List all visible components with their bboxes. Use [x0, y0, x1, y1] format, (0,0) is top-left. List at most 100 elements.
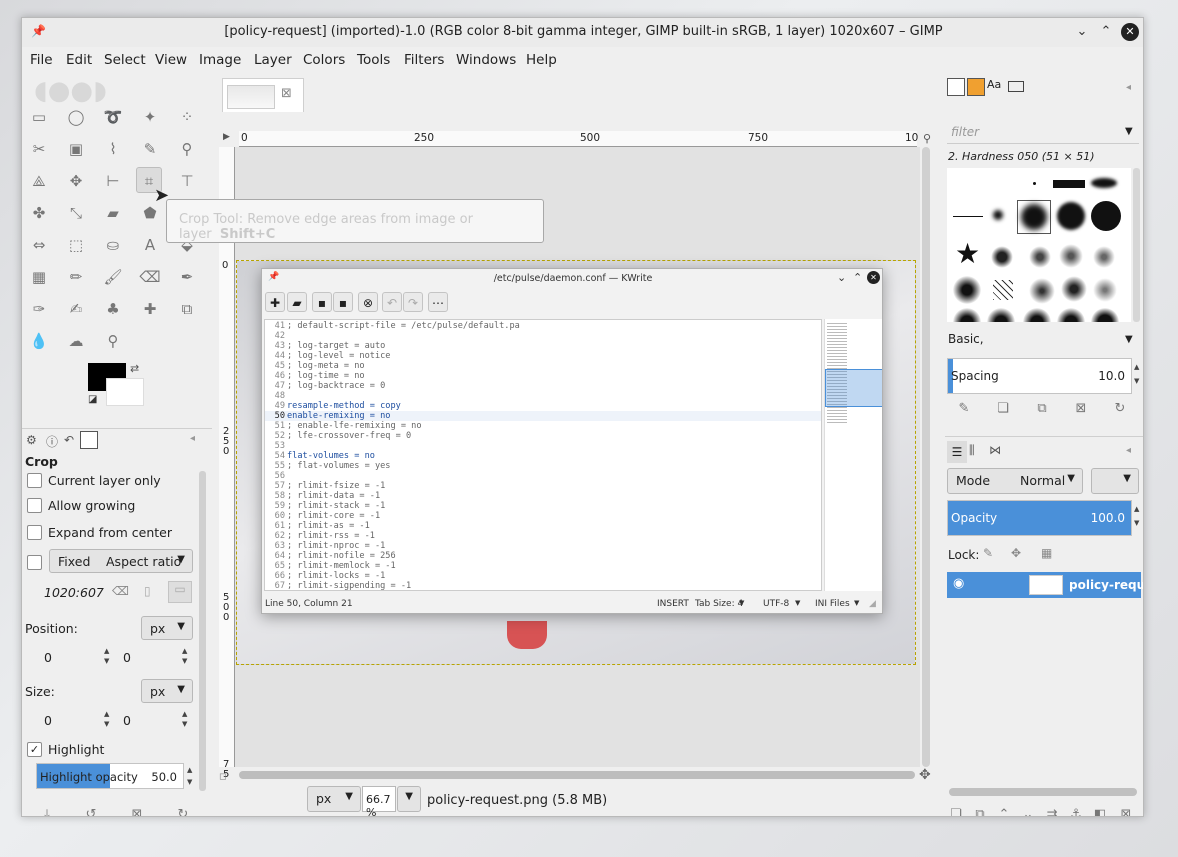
warp-icon[interactable]: ✤ — [26, 200, 52, 226]
editor-line[interactable]: 56 — [265, 471, 821, 481]
open-folder-icon[interactable]: ▰ — [287, 292, 307, 312]
background-color-swatch[interactable] — [106, 378, 144, 406]
editor-line[interactable]: 65; rlimit-memlock = -1 — [265, 561, 821, 571]
input-mode[interactable]: INSERT — [657, 599, 689, 609]
editor-line[interactable]: 63; rlimit-nproc = -1 — [265, 541, 821, 551]
anchor-layer-icon[interactable]: ⚓ — [1065, 804, 1087, 816]
brush-item[interactable] — [1091, 308, 1119, 322]
new-brush-icon[interactable]: ❏ — [992, 398, 1014, 420]
spacing-stepper[interactable]: ▲ ▼ — [1134, 360, 1139, 388]
gradient-icon[interactable]: ▦ — [26, 264, 52, 290]
editor-line[interactable]: 50 enable-remixing = no — [265, 411, 821, 421]
dodge-burn-icon[interactable]: ⚲ — [100, 328, 126, 354]
lock-alpha-icon[interactable]: ▦ — [1041, 546, 1052, 560]
landscape-icon[interactable]: ▭ — [168, 581, 192, 603]
portrait-icon[interactable]: ▯ — [144, 584, 151, 598]
editor-line[interactable]: 44; log-level = notice — [265, 351, 821, 361]
restore-options-icon[interactable]: ↺ — [80, 804, 102, 816]
foreground-select-icon[interactable]: ▣ — [63, 136, 89, 162]
seamless-clone-icon[interactable]: ⇔ — [26, 232, 52, 258]
redo-icon[interactable]: ↷ — [403, 292, 423, 312]
vertical-scrollbar[interactable] — [922, 147, 930, 767]
brush-item[interactable] — [1057, 202, 1085, 230]
brush-item[interactable] — [1057, 308, 1085, 322]
configure-tab-icon[interactable]: ◂ — [190, 433, 195, 444]
paintbrush-icon[interactable]: 🖌 — [100, 264, 126, 290]
shear-icon[interactable]: ▰ — [100, 200, 126, 226]
close-tab-icon[interactable]: ⊠ — [281, 86, 292, 101]
brushes-tab-icon[interactable] — [947, 78, 965, 96]
pencil-icon[interactable]: ✏ — [63, 264, 89, 290]
position-unit-combo[interactable]: px ▼ — [141, 616, 193, 640]
ink-icon[interactable]: ✑ — [26, 296, 52, 322]
editor-line[interactable]: 66; rlimit-locks = -1 — [265, 571, 821, 581]
channels-tab-icon[interactable]: ⫼ — [969, 443, 975, 458]
undo-icon[interactable]: ↶ — [382, 292, 402, 312]
unified-transform-icon[interactable]: ⊤ — [174, 168, 200, 194]
new-file-icon[interactable]: ✚ — [265, 292, 285, 312]
menu-view[interactable]: View — [155, 52, 187, 68]
size-w-stepper[interactable]: ▲ ▼ — [104, 709, 109, 729]
perspective-icon[interactable]: ⬚ — [63, 232, 89, 258]
menu-select[interactable]: Select — [104, 52, 146, 68]
brush-filter-input[interactable]: filter — [947, 122, 1139, 144]
close-document-icon[interactable]: ⊗ — [358, 292, 378, 312]
measure-icon[interactable]: ⟁ — [26, 168, 52, 194]
save-icon[interactable]: ▪ — [312, 292, 332, 312]
default-colors-icon[interactable]: ◪ — [88, 394, 97, 405]
spacing-slider[interactable]: Spacing 10.0 — [947, 358, 1132, 394]
composite-mode-combo[interactable]: ▼ — [1091, 468, 1139, 494]
allow-growing-checkbox[interactable] — [27, 498, 42, 513]
minimize-button[interactable]: ⌄ — [1073, 23, 1091, 41]
menu-image[interactable]: Image — [199, 52, 241, 68]
menu-edit[interactable]: Edit — [66, 52, 92, 68]
brush-item[interactable] — [993, 280, 1013, 300]
lower-layer-icon[interactable]: ⌄ — [1017, 804, 1039, 816]
editor-line[interactable]: 67; rlimit-sigpending = -1 — [265, 581, 821, 590]
brush-star[interactable]: ★ — [955, 240, 980, 268]
patterns-tab-icon[interactable] — [967, 78, 985, 96]
scissors-icon[interactable]: ✂ — [26, 136, 52, 162]
perspective-clone-icon[interactable]: ⧉ — [174, 296, 200, 322]
chevron-down-icon[interactable]: ▼ — [1125, 126, 1133, 137]
editor-line[interactable]: 54 flat-volumes = no — [265, 451, 821, 461]
tool-options-scrollbar[interactable] — [199, 471, 206, 791]
menu-layer[interactable]: Layer — [254, 52, 292, 68]
duplicate-brush-icon[interactable]: ⧉ — [1031, 398, 1053, 420]
airbrush-icon[interactable]: ✒ — [174, 264, 200, 290]
editor-line[interactable]: 47; log-backtrace = 0 — [265, 381, 821, 391]
scale-icon[interactable]: ⤡ — [63, 200, 89, 226]
brush-item[interactable] — [1093, 278, 1117, 302]
size-h-stepper[interactable]: ▲ ▼ — [182, 709, 187, 729]
brush-item[interactable] — [1093, 246, 1115, 268]
layer-opacity-slider[interactable]: Opacity 100.0 — [947, 500, 1132, 536]
editor-minimap[interactable] — [824, 319, 882, 591]
zoom-ruler-icon[interactable]: ⚲ — [923, 132, 931, 145]
layer-mode-combo[interactable]: Mode Normal ▼ — [947, 468, 1083, 494]
heal-icon[interactable]: ✚ — [137, 296, 163, 322]
edit-brush-icon[interactable]: ✎ — [953, 398, 975, 420]
bucket-fill-icon[interactable]: ⛀ — [100, 232, 126, 258]
kwrite-close-button[interactable]: ✕ — [867, 271, 880, 284]
configure-tab-icon[interactable]: ◂ — [1126, 82, 1131, 93]
eraser-icon[interactable]: ⌫ — [137, 264, 163, 290]
current-layer-only-checkbox[interactable] — [27, 473, 42, 488]
menu-help[interactable]: Help — [526, 52, 557, 68]
brush-item[interactable] — [1091, 201, 1121, 231]
undo-history-tab-icon[interactable]: ↶ — [64, 433, 74, 447]
close-button[interactable]: ✕ — [1121, 23, 1139, 41]
brush-item[interactable] — [987, 308, 1015, 322]
new-layer-icon[interactable]: ❏ — [945, 804, 967, 816]
reset-options-icon[interactable]: ↻ — [172, 804, 194, 816]
eye-icon[interactable]: ◉ — [953, 576, 964, 591]
kwrite-minimize-button[interactable]: ⌄ — [837, 271, 846, 284]
editor-line[interactable]: 48 — [265, 391, 821, 401]
brush-item[interactable] — [991, 246, 1013, 268]
ellipse-select-icon[interactable]: ◯ — [63, 104, 89, 130]
text-editor[interactable]: 41; default-script-file = /etc/pulse/def… — [264, 319, 822, 591]
tool-options-tab-icon[interactable]: ⚙ — [26, 433, 37, 447]
lock-position-icon[interactable]: ✥ — [1011, 546, 1021, 560]
align-icon[interactable]: ⊢ — [100, 168, 126, 194]
paths-icon[interactable]: ⌇ — [100, 136, 126, 162]
editor-line[interactable]: 53 — [265, 441, 821, 451]
